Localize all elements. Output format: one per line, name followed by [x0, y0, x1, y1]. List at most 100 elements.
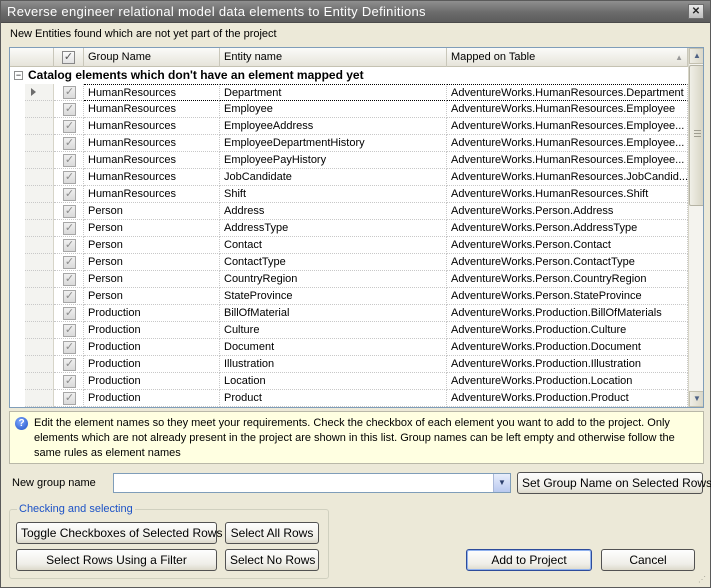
- entity-name-cell[interactable]: AddressType: [220, 220, 447, 237]
- entity-name-cell[interactable]: Contact: [220, 237, 447, 254]
- entity-name-cell[interactable]: EmployeeDepartmentHistory: [220, 135, 447, 152]
- new-group-combobox[interactable]: ▼: [113, 473, 511, 493]
- row-check-cell[interactable]: ✓: [54, 152, 84, 169]
- group-name-cell[interactable]: Person: [84, 271, 220, 288]
- row-selector[interactable]: [25, 135, 54, 152]
- cancel-button[interactable]: Cancel: [601, 549, 695, 571]
- row-selector[interactable]: [25, 390, 54, 407]
- row-checkbox[interactable]: ✓: [63, 154, 76, 167]
- row-checkbox[interactable]: ✓: [63, 171, 76, 184]
- group-name-cell[interactable]: Production: [84, 339, 220, 356]
- entity-name-cell[interactable]: Employee: [220, 101, 447, 118]
- row-checkbox[interactable]: ✓: [63, 290, 76, 303]
- entity-name-cell[interactable]: EmployeePayHistory: [220, 152, 447, 169]
- row-check-cell[interactable]: ✓: [54, 322, 84, 339]
- row-selector[interactable]: [25, 203, 54, 220]
- row-checkbox[interactable]: ✓: [63, 188, 76, 201]
- entity-name-cell[interactable]: Department: [220, 84, 447, 101]
- row-check-cell[interactable]: ✓: [54, 237, 84, 254]
- row-selector[interactable]: [25, 339, 54, 356]
- row-check-cell[interactable]: ✓: [54, 101, 84, 118]
- row-selector[interactable]: [25, 220, 54, 237]
- row-check-cell[interactable]: ✓: [54, 203, 84, 220]
- entity-name-cell[interactable]: Shift: [220, 186, 447, 203]
- row-selector[interactable]: [25, 356, 54, 373]
- table-row[interactable]: ✓ Production Culture AdventureWorks.Product…: [10, 322, 688, 339]
- row-checkbox[interactable]: ✓: [63, 137, 76, 150]
- resize-grip-icon[interactable]: ⋰: [698, 575, 708, 585]
- group-name-cell[interactable]: HumanResources: [84, 169, 220, 186]
- add-to-project-button[interactable]: Add to Project: [466, 549, 592, 571]
- row-checkbox[interactable]: ✓: [63, 103, 76, 116]
- row-check-cell[interactable]: ✓: [54, 254, 84, 271]
- row-checkbox[interactable]: ✓: [63, 341, 76, 354]
- row-checkbox[interactable]: ✓: [63, 375, 76, 388]
- table-row[interactable]: ✓ HumanResources Employee AdventureWorks.Hu…: [10, 101, 688, 118]
- row-selector[interactable]: [25, 271, 54, 288]
- vertical-scrollbar[interactable]: ▲ ▼: [688, 48, 703, 407]
- scroll-up-button[interactable]: ▲: [689, 48, 703, 64]
- row-checkbox[interactable]: ✓: [63, 324, 76, 337]
- row-selector[interactable]: [25, 152, 54, 169]
- entities-grid[interactable]: ✓ Group Name Entity name Mapped on Table…: [9, 47, 704, 408]
- row-check-cell[interactable]: ✓: [54, 84, 84, 101]
- table-row[interactable]: ✓ HumanResources EmployeePayHistory Adventu…: [10, 152, 688, 169]
- table-row[interactable]: ✓ Person CountryRegion AdventureWorks.Perso…: [10, 271, 688, 288]
- row-selector[interactable]: [25, 101, 54, 118]
- group-name-cell[interactable]: Production: [84, 373, 220, 390]
- row-selector[interactable]: [25, 169, 54, 186]
- entity-name-cell[interactable]: Address: [220, 203, 447, 220]
- row-selector[interactable]: [25, 305, 54, 322]
- column-header-entity[interactable]: Entity name: [220, 48, 447, 67]
- row-selector[interactable]: [25, 237, 54, 254]
- table-row[interactable]: ✓ Person AddressType AdventureWorks.Person.…: [10, 220, 688, 237]
- row-check-cell[interactable]: ✓: [54, 305, 84, 322]
- toggle-checkboxes-button[interactable]: Toggle Checkboxes of Selected Rows: [16, 522, 222, 544]
- column-header-group[interactable]: Group Name: [84, 48, 220, 67]
- entity-name-cell[interactable]: BillOfMaterial: [220, 305, 447, 322]
- row-checkbox[interactable]: ✓: [63, 86, 76, 99]
- table-row[interactable]: ✓ Person StateProvince AdventureWorks.Perso…: [10, 288, 688, 305]
- entity-name-cell[interactable]: Document: [220, 339, 447, 356]
- title-bar[interactable]: Reverse engineer relational model data e…: [1, 1, 710, 23]
- group-name-cell[interactable]: Person: [84, 288, 220, 305]
- table-row[interactable]: ✓ Production Product AdventureWorks.Product…: [10, 390, 688, 407]
- row-checkbox[interactable]: ✓: [63, 222, 76, 235]
- table-row[interactable]: ✓ Person Address AdventureWorks.Person.Addr…: [10, 203, 688, 220]
- table-row[interactable]: ✓ HumanResources JobCandidate AdventureWork…: [10, 169, 688, 186]
- group-name-cell[interactable]: Production: [84, 356, 220, 373]
- row-selector[interactable]: [25, 322, 54, 339]
- entity-name-cell[interactable]: StateProvince: [220, 288, 447, 305]
- entity-name-cell[interactable]: JobCandidate: [220, 169, 447, 186]
- row-check-cell[interactable]: ✓: [54, 220, 84, 237]
- row-check-cell[interactable]: ✓: [54, 118, 84, 135]
- entity-name-cell[interactable]: Illustration: [220, 356, 447, 373]
- group-name-cell[interactable]: Production: [84, 322, 220, 339]
- entity-name-cell[interactable]: ContactType: [220, 254, 447, 271]
- row-selector[interactable]: [25, 254, 54, 271]
- row-selector[interactable]: [25, 288, 54, 305]
- row-check-cell[interactable]: ✓: [54, 356, 84, 373]
- collapse-icon[interactable]: −: [14, 71, 23, 80]
- group-name-cell[interactable]: Person: [84, 254, 220, 271]
- table-row[interactable]: ✓ HumanResources EmployeeDepartmentHistory…: [10, 135, 688, 152]
- header-checkbox[interactable]: ✓: [62, 51, 75, 64]
- group-name-cell[interactable]: HumanResources: [84, 101, 220, 118]
- table-row[interactable]: ✓ Person Contact AdventureWorks.Person.Cont…: [10, 237, 688, 254]
- row-check-cell[interactable]: ✓: [54, 390, 84, 407]
- column-header-mapped[interactable]: Mapped on Table ▲: [447, 48, 688, 67]
- group-name-cell[interactable]: HumanResources: [84, 186, 220, 203]
- row-check-cell[interactable]: ✓: [54, 135, 84, 152]
- row-check-cell[interactable]: ✓: [54, 169, 84, 186]
- table-row[interactable]: ✓ Production Document AdventureWorks.Produc…: [10, 339, 688, 356]
- group-name-cell[interactable]: Production: [84, 390, 220, 407]
- row-check-cell[interactable]: ✓: [54, 288, 84, 305]
- close-button[interactable]: ✕: [688, 4, 704, 19]
- row-check-cell[interactable]: ✓: [54, 339, 84, 356]
- group-name-cell[interactable]: HumanResources: [84, 135, 220, 152]
- row-check-cell[interactable]: ✓: [54, 271, 84, 288]
- row-checkbox[interactable]: ✓: [63, 358, 76, 371]
- row-checkbox[interactable]: ✓: [63, 256, 76, 269]
- row-selector[interactable]: [25, 84, 54, 101]
- row-checkbox[interactable]: ✓: [63, 307, 76, 320]
